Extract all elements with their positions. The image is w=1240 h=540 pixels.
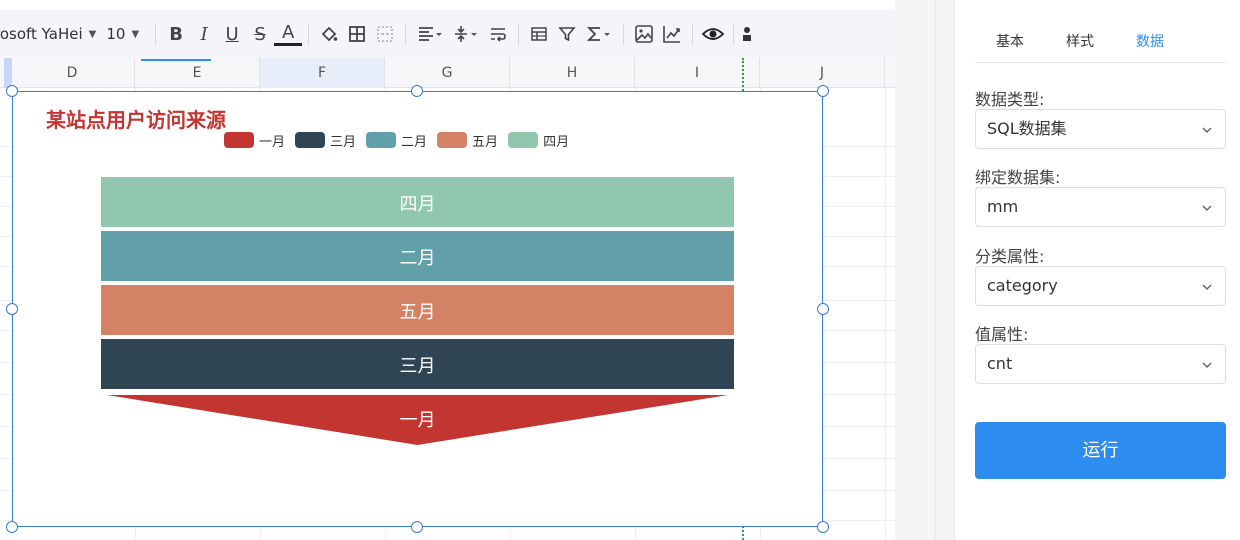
legend-item[interactable]: 二月 xyxy=(366,131,427,150)
toolbar-divider xyxy=(733,23,735,45)
legend-label: 五月 xyxy=(472,134,499,150)
table-icon[interactable] xyxy=(525,20,553,48)
legend-item[interactable]: 一月 xyxy=(224,131,285,150)
font-size-select[interactable]: 10 xyxy=(106,25,125,43)
legend-label: 二月 xyxy=(401,134,428,150)
resize-handle-bottom[interactable] xyxy=(411,521,423,533)
data-type-label: 数据类型: xyxy=(975,90,1045,109)
column-header-j[interactable]: J xyxy=(760,58,885,88)
merge-cells-icon[interactable] xyxy=(371,20,399,48)
value-field-select[interactable]: cnt xyxy=(975,344,1226,384)
toolbar-divider xyxy=(692,23,694,45)
funnel-stage-label: 三月 xyxy=(399,356,436,377)
italic-button[interactable]: I xyxy=(190,20,218,48)
toolbar-divider xyxy=(155,23,157,45)
panel-divider xyxy=(935,0,936,540)
resize-handle-top-right[interactable] xyxy=(817,85,829,97)
font-family-caret-icon[interactable]: ▼ xyxy=(89,29,97,40)
fill-color-icon[interactable] xyxy=(315,20,343,48)
toolbar-divider xyxy=(405,23,407,45)
column-header-f[interactable]: F xyxy=(260,58,385,88)
row-select-marker xyxy=(4,58,12,88)
preview-eye-icon[interactable] xyxy=(699,20,727,48)
legend-swatch xyxy=(508,132,539,148)
tab-basic[interactable]: 基本 xyxy=(975,26,1045,63)
legend-swatch xyxy=(366,132,397,148)
panel-tabs: 基本 样式 数据 xyxy=(975,26,1227,63)
sum-icon[interactable] xyxy=(581,20,617,48)
run-button[interactable]: 运行 xyxy=(975,422,1226,479)
category-field-value: category xyxy=(987,276,1058,295)
data-type-select[interactable]: SQL数据集 xyxy=(975,109,1226,149)
font-size-caret-icon[interactable]: ▼ xyxy=(131,29,139,40)
bold-button[interactable]: B xyxy=(162,20,190,48)
value-field-label: 值属性: xyxy=(975,325,1029,344)
toolbar-divider xyxy=(308,23,310,45)
category-field-label: 分类属性: xyxy=(975,247,1045,266)
chevron-down-icon xyxy=(1202,284,1212,291)
insert-chart-icon[interactable] xyxy=(658,20,686,48)
resize-handle-right[interactable] xyxy=(817,303,829,315)
resize-handle-top[interactable] xyxy=(411,85,423,97)
filter-icon[interactable] xyxy=(553,20,581,48)
active-tab-indicator xyxy=(141,59,211,61)
legend-label: 四月 xyxy=(543,134,570,150)
funnel-stage-label: 五月 xyxy=(399,302,436,323)
legend-item[interactable]: 五月 xyxy=(437,131,498,150)
column-header-e[interactable]: E xyxy=(135,58,260,88)
align-icon[interactable] xyxy=(412,20,448,48)
legend-item[interactable]: 三月 xyxy=(295,131,356,150)
grid-line xyxy=(885,88,886,540)
spreadsheet-area: rosoft YaHei ▼ 10 ▼ B I U S A D E F G H … xyxy=(0,0,895,540)
more-icon[interactable] xyxy=(740,20,754,48)
strikethrough-button[interactable]: S xyxy=(246,20,274,48)
dataset-value: mm xyxy=(987,197,1019,216)
legend-swatch xyxy=(437,132,468,148)
value-field-value: cnt xyxy=(987,354,1013,373)
vertical-align-icon[interactable] xyxy=(448,20,484,48)
chevron-down-icon xyxy=(1202,127,1212,134)
wrap-text-icon[interactable] xyxy=(484,20,512,48)
resize-handle-left[interactable] xyxy=(6,303,18,315)
formatting-toolbar: rosoft YaHei ▼ 10 ▼ B I U S A xyxy=(0,10,895,58)
font-color-button[interactable]: A xyxy=(274,22,303,46)
legend-label: 三月 xyxy=(330,134,357,150)
app-window: rosoft YaHei ▼ 10 ▼ B I U S A D E F G H … xyxy=(0,0,1240,540)
legend-swatch xyxy=(224,132,254,148)
column-header-g[interactable]: G xyxy=(385,58,510,88)
data-type-value: SQL数据集 xyxy=(987,119,1067,138)
borders-icon[interactable] xyxy=(343,20,371,48)
font-family-select[interactable]: rosoft YaHei xyxy=(0,25,83,43)
category-field-select[interactable]: category xyxy=(975,266,1226,306)
funnel-stage-label: 二月 xyxy=(399,248,436,269)
legend-item[interactable]: 四月 xyxy=(508,131,569,150)
insert-image-icon[interactable] xyxy=(630,20,658,48)
resize-handle-top-left[interactable] xyxy=(6,85,18,97)
dataset-select[interactable]: mm xyxy=(975,187,1226,227)
tab-data[interactable]: 数据 xyxy=(1115,26,1185,63)
column-header-h[interactable]: H xyxy=(510,58,635,88)
chevron-down-icon xyxy=(1202,362,1212,369)
chart-title: 某站点用户访问来源 xyxy=(46,108,226,132)
resize-handle-bottom-left[interactable] xyxy=(6,521,18,533)
toolbar-divider xyxy=(623,23,625,45)
column-header-row: DEFGHIJ xyxy=(0,58,895,88)
chevron-down-icon xyxy=(1202,205,1212,212)
tab-style[interactable]: 样式 xyxy=(1045,26,1115,63)
toolbar-divider xyxy=(518,23,520,45)
column-header-d[interactable]: D xyxy=(10,58,135,88)
funnel-stage-label: 四月 xyxy=(399,194,436,215)
funnel-stage-label: 一月 xyxy=(399,410,436,431)
dataset-label: 绑定数据集: xyxy=(975,168,1061,187)
chart-legend: 一月 三月 二月 五月 四月 xyxy=(224,130,579,150)
underline-button[interactable]: U xyxy=(218,20,246,48)
legend-swatch xyxy=(295,132,326,148)
resize-handle-bottom-right[interactable] xyxy=(817,521,829,533)
legend-label: 一月 xyxy=(259,134,286,150)
